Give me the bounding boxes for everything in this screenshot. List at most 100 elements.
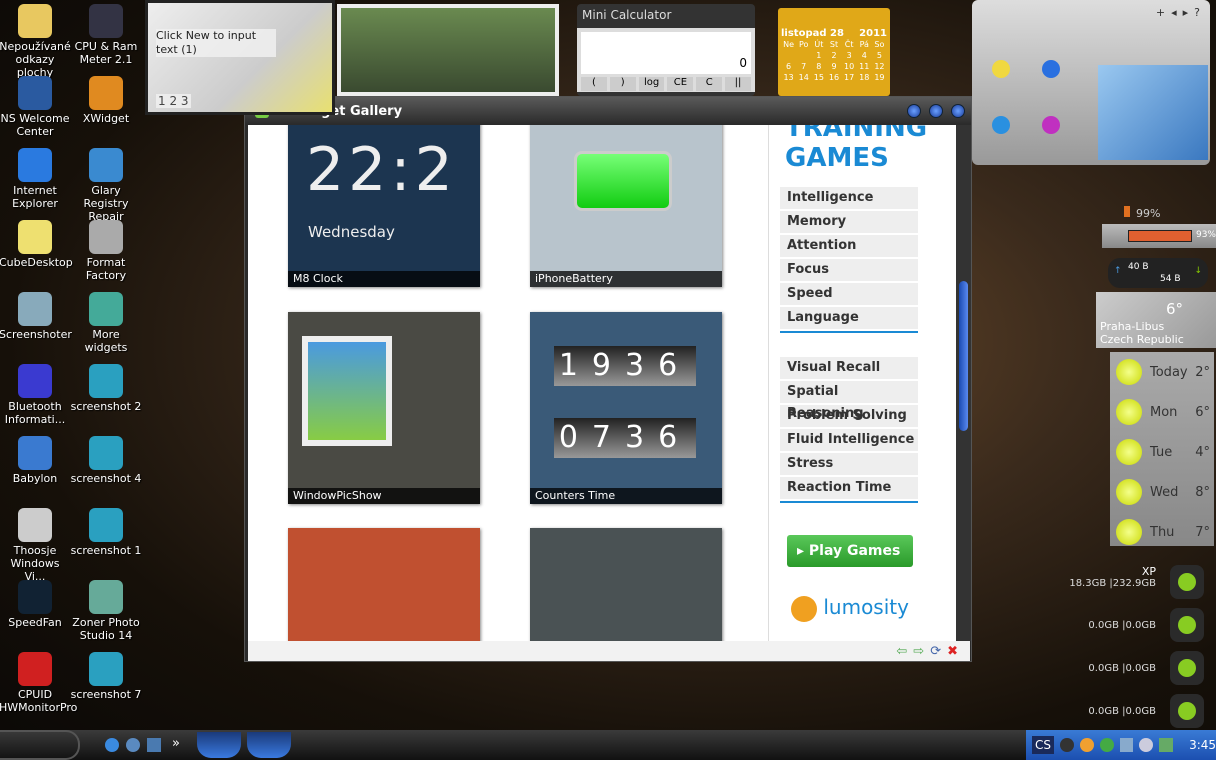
help-icon[interactable]: ? <box>1194 6 1200 19</box>
usb-icon[interactable] <box>1170 694 1204 728</box>
desktop-icon[interactable]: Glary Registry Repair <box>70 148 142 223</box>
title-bar[interactable]: XWidget Gallery <box>245 97 971 125</box>
game-category-link[interactable]: Intelligence <box>780 187 918 209</box>
clock[interactable]: 3:45 <box>1189 738 1216 752</box>
widget-tile[interactable]: iPhoneBattery <box>530 125 722 287</box>
back-arrow-icon[interactable]: ⇦ <box>896 644 907 659</box>
gamepad-icon[interactable] <box>1042 116 1060 134</box>
forward-arrow-icon[interactable]: ⇨ <box>913 644 924 659</box>
calculator-button[interactable]: C <box>696 77 723 91</box>
calendar-day[interactable]: 8 <box>811 61 826 72</box>
calculator-button[interactable]: ) <box>609 77 636 91</box>
calendar-day[interactable]: 14 <box>796 72 811 83</box>
photo-widget[interactable] <box>337 4 559 96</box>
tray-gear-icon[interactable] <box>1139 738 1154 752</box>
tray-shield-icon[interactable] <box>1060 738 1074 752</box>
calendar-day[interactable]: 15 <box>811 72 826 83</box>
calendar-day[interactable]: 6 <box>781 61 796 72</box>
windows-icon[interactable] <box>1042 60 1060 78</box>
desktop-icon[interactable]: SpeedFan <box>0 580 71 629</box>
game-category-link[interactable]: Attention <box>780 235 918 257</box>
language-indicator[interactable]: CS <box>1032 736 1054 754</box>
calendar-day[interactable]: 1 <box>811 50 826 61</box>
calendar-day[interactable]: 4 <box>857 50 872 61</box>
desktop-icon[interactable]: Zoner Photo Studio 14 <box>70 580 142 642</box>
disc-icon[interactable] <box>1170 651 1204 685</box>
tray-usb-icon[interactable] <box>1159 738 1174 752</box>
calendar-day[interactable] <box>796 50 811 61</box>
game-category-link[interactable]: Problem Solving <box>780 405 918 427</box>
widget-tile[interactable]: WindowPicShow <box>288 312 480 504</box>
tray-network-icon[interactable] <box>1119 738 1134 752</box>
calendar-day[interactable]: 19 <box>872 72 887 83</box>
mini-calculator[interactable]: Mini Calculator 0 () log CE C || <box>577 4 755 96</box>
desktop-icon[interactable]: Thoosje Windows Vi... <box>0 508 71 583</box>
back-icon[interactable]: ◂ <box>1171 6 1177 19</box>
calculator-button[interactable]: || <box>725 77 751 91</box>
maximize-button[interactable] <box>929 104 943 118</box>
desktop-icon[interactable]: Bluetooth Informati... <box>0 364 71 426</box>
launcher-widget[interactable]: + ◂ ▸? <box>972 0 1210 165</box>
calendar-day[interactable] <box>781 50 796 61</box>
forward-icon[interactable]: ▸ <box>1183 6 1189 19</box>
weather-widget[interactable]: 6° Praha-Libus Czech Republic <box>1096 292 1216 348</box>
desktop-icon[interactable]: NS Welcome Center <box>0 76 71 138</box>
game-category-link[interactable]: Focus <box>780 259 918 281</box>
more-chevron[interactable]: » <box>172 736 180 751</box>
calendar-day[interactable]: 3 <box>842 50 857 61</box>
desktop-icon[interactable]: screenshot 4 <box>70 436 142 485</box>
game-category-link[interactable]: Spatial Reasoning <box>780 381 918 421</box>
disc-icon[interactable] <box>1170 608 1204 642</box>
desktop-icon[interactable]: More widgets <box>70 292 142 354</box>
calendar-day[interactable]: 13 <box>781 72 796 83</box>
taskbar-button-app[interactable] <box>247 732 291 758</box>
desktop-icon[interactable]: Screenshoter <box>0 292 72 341</box>
lumosity-logo[interactable]: lumosity <box>791 595 956 622</box>
desktop-icon[interactable]: Babylon <box>0 436 71 485</box>
desktop-icon[interactable]: screenshot 7 <box>70 652 142 701</box>
desktop-icon[interactable]: Nepoužívané odkazy plochy <box>0 4 71 79</box>
calendar-day[interactable]: 16 <box>826 72 841 83</box>
desktop-icon[interactable]: screenshot 2 <box>70 364 142 413</box>
star-icon[interactable] <box>992 60 1010 78</box>
calendar-day[interactable]: 9 <box>826 61 841 72</box>
widget-tile[interactable] <box>530 528 722 641</box>
game-category-link[interactable]: Fluid Intelligence <box>780 429 918 451</box>
scrollbar[interactable] <box>956 125 971 641</box>
desktop-icon[interactable]: Internet Explorer <box>0 148 71 210</box>
desktop-icon[interactable]: Format Factory <box>70 220 142 282</box>
calendar-day[interactable]: 18 <box>857 72 872 83</box>
game-category-link[interactable]: Stress <box>780 453 918 475</box>
calendar-day[interactable]: 17 <box>842 72 857 83</box>
game-category-link[interactable]: Reaction Time <box>780 477 918 499</box>
globe-icon[interactable] <box>992 116 1010 134</box>
quicklaunch-refresh-icon[interactable] <box>105 738 119 752</box>
calculator-button[interactable]: ( <box>581 77 607 91</box>
minimize-button[interactable] <box>907 104 921 118</box>
widget-tile[interactable] <box>288 528 480 641</box>
widget-tile[interactable]: 1936 0736 Counters Time <box>530 312 722 504</box>
close-button[interactable] <box>951 104 965 118</box>
desktop-icon[interactable]: CubeDesktop <box>0 220 73 269</box>
calendar-day[interactable]: 12 <box>872 61 887 72</box>
calculator-button[interactable]: CE <box>667 77 694 91</box>
desktop-icon[interactable]: XWidget <box>70 76 142 125</box>
desktop-icon[interactable]: screenshot 1 <box>70 508 142 557</box>
game-category-link[interactable]: Memory <box>780 211 918 233</box>
desktop-icon[interactable]: CPU & Ram Meter 2.1 <box>70 4 142 66</box>
quicklaunch-x-icon[interactable] <box>126 738 140 752</box>
game-category-link[interactable]: Language <box>780 307 918 329</box>
quicklaunch-app-icon[interactable] <box>147 738 161 752</box>
widget-tile[interactable]: 22:2 Wednesday M8 Clock <box>288 125 480 287</box>
calendar-day[interactable]: 10 <box>842 61 857 72</box>
calculator-button[interactable]: log <box>638 77 665 91</box>
add-icon[interactable]: + <box>1156 6 1165 19</box>
refresh-icon[interactable]: ⟳ <box>930 644 941 659</box>
lumosity-ad[interactable]: TRAINING GAMES Intelligence Memory Attentio… <box>768 125 956 641</box>
calendar-day[interactable]: 5 <box>872 50 887 61</box>
game-category-link[interactable]: Speed <box>780 283 918 305</box>
start-area[interactable] <box>0 730 80 760</box>
calendar-day[interactable]: 11 <box>857 61 872 72</box>
scrollbar-thumb[interactable] <box>959 281 968 431</box>
tray-fish-icon[interactable] <box>1079 738 1094 752</box>
